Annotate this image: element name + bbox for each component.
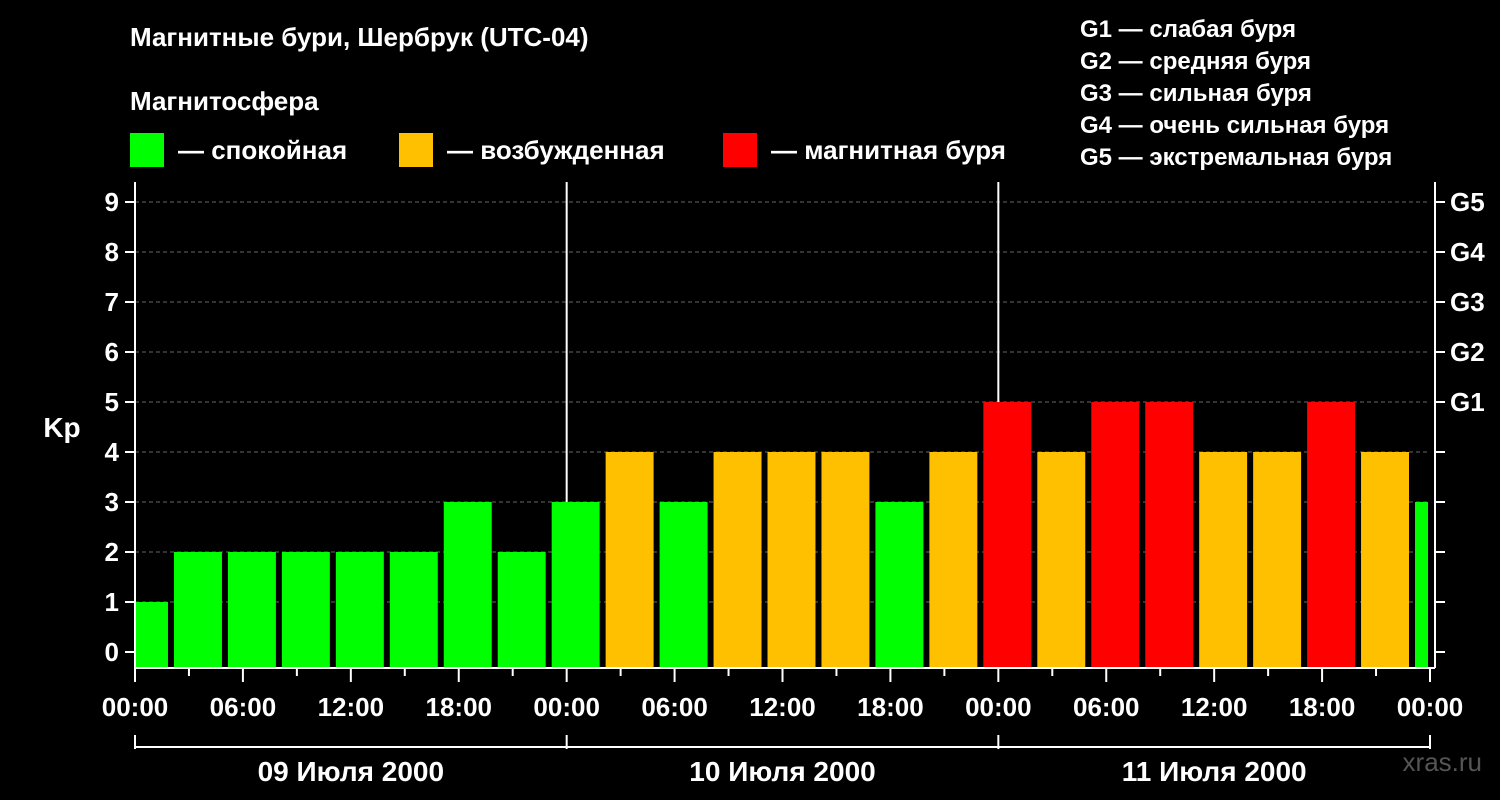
x-tick-label: 18:00 [1289, 692, 1356, 722]
x-tick-label: 18:00 [426, 692, 493, 722]
g-scale-label: G4 [1450, 237, 1485, 267]
y-tick-label: 6 [105, 337, 119, 367]
kp-bar [1253, 452, 1302, 668]
kp-bar [551, 502, 600, 668]
x-tick-label: 12:00 [1181, 692, 1248, 722]
g-scale-label: G3 [1450, 287, 1485, 317]
x-tick-label: 00:00 [1397, 692, 1464, 722]
kp-bar [497, 552, 546, 668]
kp-bar [1307, 402, 1356, 668]
kp-bar [136, 602, 168, 668]
day-label: 09 Июля 2000 [258, 756, 444, 787]
kp-bar [227, 552, 276, 668]
y-tick-label: 3 [105, 487, 119, 517]
g-scale-label: G5 [1450, 187, 1485, 217]
kp-bar [929, 452, 978, 668]
kp-bar [1145, 402, 1194, 668]
kp-bar [281, 552, 330, 668]
y-tick-label: 9 [105, 187, 119, 217]
kp-bar [821, 452, 870, 668]
kp-bar [1199, 452, 1248, 668]
kp-bar [983, 402, 1032, 668]
watermark: xras.ru [1402, 747, 1482, 777]
kp-bar [713, 452, 762, 668]
kp-bar [659, 502, 708, 668]
kp-bar [335, 552, 384, 668]
kp-bar [1091, 402, 1140, 668]
y-tick-label: 5 [105, 387, 119, 417]
y-tick-label: 8 [105, 237, 119, 267]
kp-bar [443, 502, 492, 668]
kp-bar [767, 452, 816, 668]
x-tick-label: 12:00 [318, 692, 385, 722]
x-tick-label: 00:00 [965, 692, 1032, 722]
kp-bar [389, 552, 438, 668]
x-tick-label: 00:00 [102, 692, 169, 722]
kp-bar [605, 452, 654, 668]
kp-bar [1415, 502, 1428, 668]
y-tick-label: 4 [105, 437, 120, 467]
kp-bar [1037, 452, 1086, 668]
kp-bar [875, 502, 924, 668]
kp-bar-chart: 0 1 2 3 4 5 6 7 8 9 G1 G2 G3 G4 G5 00:00 06:00 12:00 18:00… [43, 182, 1485, 787]
day-label: 11 Июля 2000 [1122, 756, 1307, 787]
day-label: 10 Июля 2000 [689, 756, 875, 787]
y-tick-label: 0 [105, 637, 119, 667]
y-tick-label: 7 [105, 287, 119, 317]
kp-bar [1361, 452, 1410, 668]
y-tick-label: 2 [105, 537, 119, 567]
x-tick-label: 06:00 [210, 692, 277, 722]
g-scale-label: G1 [1450, 387, 1485, 417]
x-tick-label: 00:00 [533, 692, 600, 722]
x-tick-label: 18:00 [857, 692, 924, 722]
x-tick-label: 12:00 [749, 692, 816, 722]
bars-layer [136, 402, 1428, 668]
kp-bar [173, 552, 222, 668]
g-scale-label: G2 [1450, 337, 1485, 367]
x-tick-label: 06:00 [1073, 692, 1140, 722]
y-tick-label: 1 [105, 587, 119, 617]
x-tick-label: 06:00 [641, 692, 708, 722]
y-axis-label: Kp [43, 412, 80, 443]
